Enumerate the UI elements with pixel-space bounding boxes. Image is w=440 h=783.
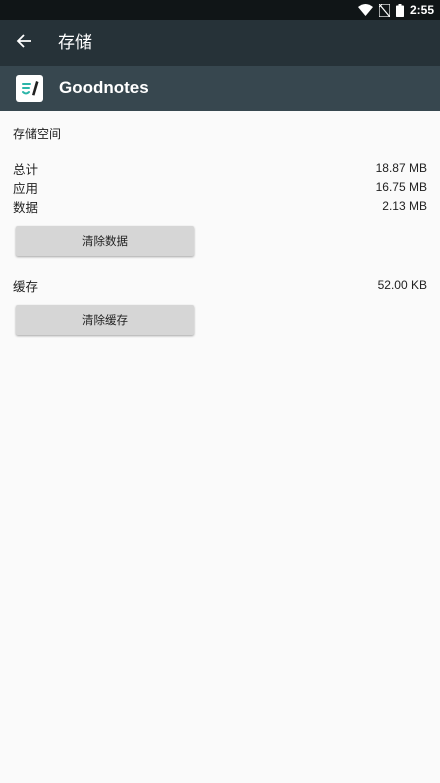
app-header: Goodnotes (0, 66, 440, 111)
goodnotes-app-icon (16, 75, 43, 102)
storage-row-app: 应用 16.75 MB (13, 178, 427, 196)
app-name: Goodnotes (59, 78, 149, 97)
clear-cache-button[interactable]: 清除缓存 (16, 305, 194, 335)
battery-icon (395, 3, 404, 17)
no-sim-icon (378, 3, 390, 17)
page-title: 存储 (58, 33, 92, 53)
row-value: 52.00 KB (377, 278, 427, 292)
storage-content: 存储空间 总计 18.87 MB 应用 16.75 MB 数据 2.13 MB … (0, 111, 440, 783)
row-label: 应用 (13, 180, 39, 196)
storage-row-total: 总计 18.87 MB (13, 159, 427, 177)
row-label: 缓存 (13, 278, 39, 294)
row-value: 18.87 MB (375, 161, 427, 175)
app-bar: 存储 (0, 20, 440, 66)
status-bar: 2:55 (0, 0, 440, 20)
storage-row-data: 数据 2.13 MB (13, 197, 427, 215)
status-time: 2:55 (409, 3, 434, 17)
cache-row: 缓存 52.00 KB (13, 276, 427, 294)
row-label: 数据 (13, 199, 39, 215)
storage-section-title: 存储空间 (13, 127, 62, 141)
clear-data-button[interactable]: 清除数据 (16, 226, 194, 256)
wifi-icon (357, 4, 373, 16)
row-label: 总计 (13, 161, 39, 177)
row-value: 2.13 MB (382, 199, 427, 213)
arrow-back-icon (16, 33, 32, 53)
status-icons: 2:55 (357, 2, 434, 18)
row-value: 16.75 MB (375, 180, 427, 194)
back-button[interactable] (8, 27, 40, 59)
